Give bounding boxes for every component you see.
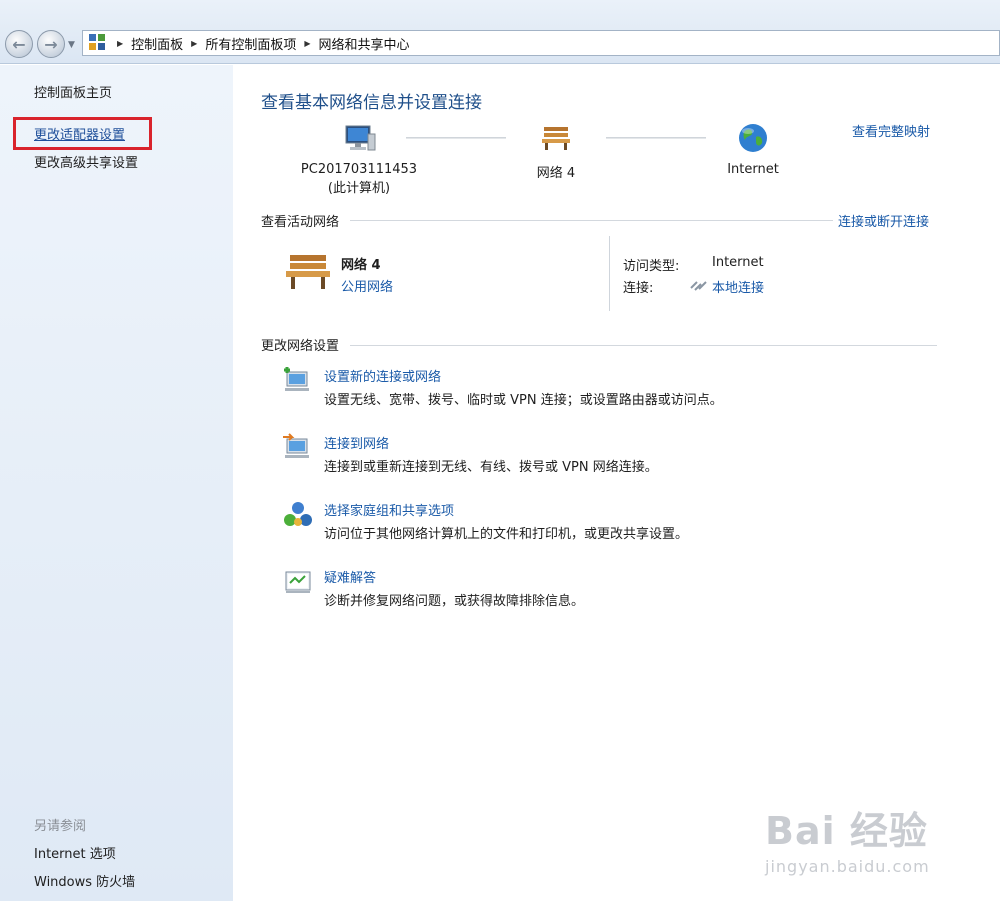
back-button[interactable]: ← [5,30,33,58]
map-network-node[interactable]: 网络 4 [516,124,596,181]
access-type-value: Internet [712,255,764,270]
map-connector-line [606,137,706,139]
globe-icon [739,124,767,152]
connect-network-icon [283,433,309,458]
control-panel-icon [89,34,107,52]
map-internet-node[interactable]: Internet [713,122,793,177]
computer-name: PC201703111453 [300,162,418,177]
watermark-brand: Bai 经验 [765,809,928,853]
task-description: 诊断并修复网络问题，或获得故障排除信息。 [324,594,585,609]
local-connection-link[interactable]: 本地连接 [712,277,764,296]
page-title: 查看基本网络信息并设置连接 [261,93,482,113]
breadcrumb-control-panel[interactable]: 控制面板 [131,34,183,53]
breadcrumb-arrow-icon[interactable]: ▶ [191,39,197,48]
forward-arrow-icon: → [44,34,58,54]
homegroup-icon [284,502,312,526]
computer-sub-label: (此计算机) [327,181,391,196]
task-description: 设置无线、宽带、拨号、临时或 VPN 连接；或设置路由器或访问点。 [324,393,723,408]
left-pane: 控制面板主页 更改适配器设置 更改高级共享设置 另请参阅 Internet 选项… [0,65,233,901]
task-description: 访问位于其他网络计算机上的文件和打印机，或更改共享设置。 [324,527,689,542]
breadcrumb-arrow-icon[interactable]: ▶ [117,39,123,48]
active-network-name: 网络 4 [341,258,381,273]
new-connection-icon [284,367,309,391]
setup-connection-link[interactable]: 设置新的连接或网络 [324,366,441,385]
map-connector-line [406,137,506,139]
connection-label: 连接: [623,281,654,296]
bench-icon [542,127,570,150]
back-arrow-icon: ← [12,34,26,54]
computer-icon [345,125,376,151]
forward-button[interactable]: → [37,30,65,58]
map-network-name: 网络 4 [536,166,576,181]
address-bar[interactable]: ▶ 控制面板 ▶ 所有控制面板项 ▶ 网络和共享中心 [82,30,1000,56]
breadcrumb-network-center[interactable]: 网络和共享中心 [319,34,410,53]
sidebar-item-internet-options[interactable]: Internet 选项 [34,843,116,862]
network-type-link[interactable]: 公用网络 [341,276,393,295]
active-networks-heading: 查看活动网络 [261,215,340,230]
troubleshoot-link[interactable]: 疑难解答 [324,567,376,586]
breadcrumb-arrow-icon[interactable]: ▶ [304,39,310,48]
task-description: 连接到或重新连接到无线、有线、拨号或 VPN 网络连接。 [324,460,658,475]
sidebar-item-firewall[interactable]: Windows 防火墙 [34,871,135,890]
connect-disconnect-link[interactable]: 连接或断开连接 [838,211,929,230]
bench-icon [286,255,330,289]
map-internet-label: Internet [727,162,779,177]
vertical-divider [609,236,610,311]
view-full-map-link[interactable]: 查看完整映射 [852,121,930,140]
breadcrumb-all-items[interactable]: 所有控制面板项 [205,34,296,53]
change-settings-heading: 更改网络设置 [261,339,340,354]
troubleshoot-icon [285,571,311,593]
connect-network-link[interactable]: 连接到网络 [324,433,389,452]
homegroup-sharing-link[interactable]: 选择家庭组和共享选项 [324,500,454,519]
network-cable-icon [690,281,707,291]
sidebar-item-home[interactable]: 控制面板主页 [34,82,112,101]
see-also-heading: 另请参阅 [34,819,87,834]
section-divider [350,345,937,346]
sidebar-item-advanced-sharing[interactable]: 更改高级共享设置 [34,152,138,171]
recent-pages-dropdown-icon[interactable]: ▼ [68,40,75,50]
section-divider [350,220,833,221]
access-type-label: 访问类型: [623,259,680,274]
highlight-box [13,117,152,150]
watermark-url: jingyan.baidu.com [765,857,930,876]
baidu-watermark: Bai 经验 jingyan.baidu.com [765,800,930,876]
map-computer-node[interactable]: PC201703111453 (此计算机) [290,124,428,196]
address-toolbar: ← → ▼ ▶ 控制面板 ▶ 所有控制面板项 ▶ 网络和共享中心 [0,0,1000,64]
